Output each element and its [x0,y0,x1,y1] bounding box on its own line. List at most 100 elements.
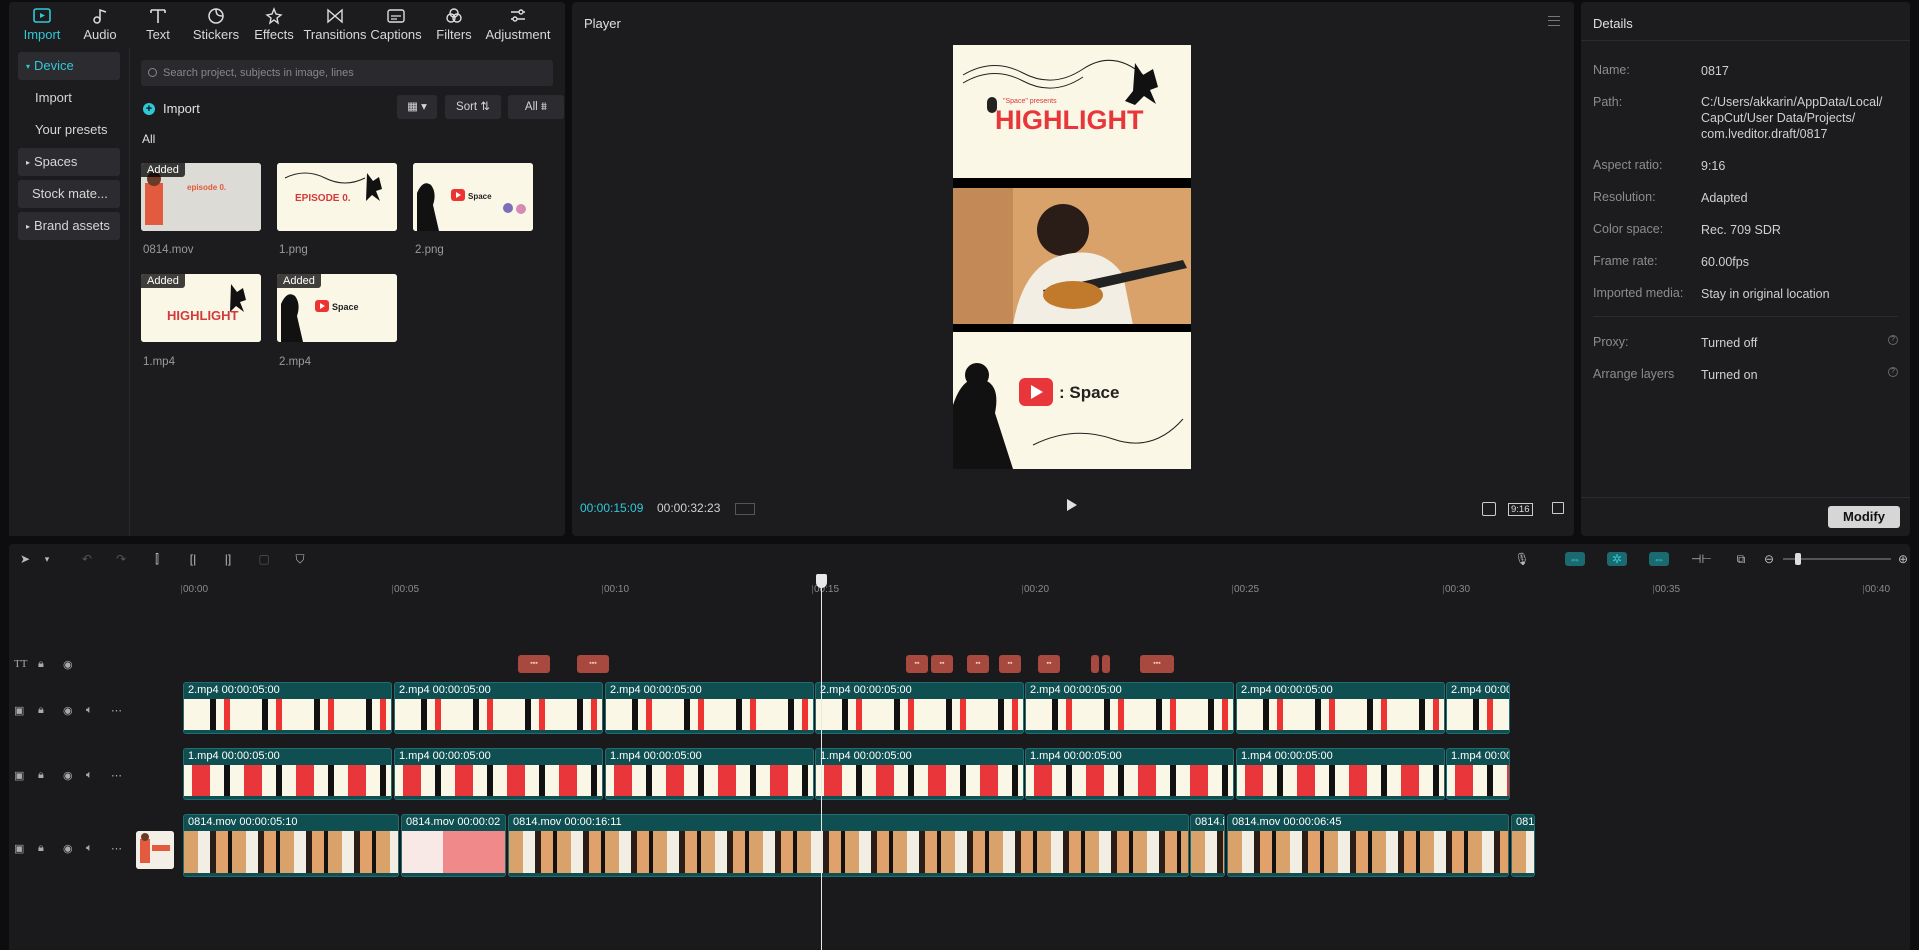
redo-icon[interactable]: ↷ [113,552,129,566]
timeline-clip[interactable]: 2.mp4 00:00:05:00 [815,682,1024,734]
more-icon[interactable]: ⋯ [111,842,122,855]
eye-icon[interactable]: ◉ [63,769,73,782]
timeline-clip[interactable]: 1.mp4 00:00:05:00 [1236,748,1445,800]
view-mode-button[interactable]: ▦ ▾ [397,95,437,119]
search-input[interactable]: Search project, subjects in image, lines [141,60,553,86]
tab-transitions[interactable]: Transitions [303,2,367,46]
time-ruler[interactable]: 00:00 00:05 00:10 00:15 00:20 00:25 00:3… [9,574,1910,596]
text-clip[interactable]: ▪▪ [967,655,989,673]
media-item-1-mp4[interactable]: HIGHLIGHT Added [141,274,261,342]
timeline-clip[interactable]: 1.mp4 00:00:05:00 [394,748,603,800]
text-clip[interactable]: ▪▪ [931,655,953,673]
select-cursor-icon[interactable]: ➤ [17,552,33,566]
delete-icon[interactable]: ▢ [256,552,272,566]
timeline-clip[interactable]: 0814.mov 00:00:16:11 [508,814,1189,877]
playhead-handle[interactable] [816,574,827,588]
tab-adjustment[interactable]: Adjustment [483,2,553,46]
more-icon[interactable]: ⋯ [111,769,122,782]
sidebar-item-presets[interactable]: Your presets [18,116,120,144]
timeline-clip[interactable]: 1.mp4 00:00:05:00 [183,748,392,800]
zoom-in-icon[interactable]: ⊕ [1895,552,1911,566]
marker-icon[interactable]: ⛉ [292,552,308,566]
timeline-clip[interactable]: 1.mp4 00:00:05:00 [815,748,1024,800]
text-clip[interactable]: ▪▪▪ [1140,655,1174,673]
timeline-clip[interactable]: 1.mp4 00:00:05:00 [605,748,814,800]
tab-stickers[interactable]: Stickers [187,2,245,46]
play-icon[interactable] [1067,499,1077,511]
cover-thumbnail[interactable] [136,831,174,869]
text-clip[interactable] [1102,655,1110,673]
media-item-0814-mov[interactable]: episode 0. Added [141,163,261,231]
zoom-out-icon[interactable]: ⊖ [1761,552,1777,566]
main-track-magnet-icon[interactable]: ⇔ [1565,552,1585,566]
tab-text[interactable]: Text [129,2,187,46]
timeline-clip[interactable]: 1.mp4 00:00:05:00 [1025,748,1234,800]
zoom-slider-handle[interactable] [1795,553,1801,565]
tab-captions[interactable]: Captions [367,2,425,46]
timeline-clip[interactable]: 2.mp4 00:00:05:00 [1025,682,1234,734]
help-icon[interactable]: ? [1888,335,1898,345]
more-icon[interactable]: ⋯ [111,704,122,717]
tab-effects[interactable]: Effects [245,2,303,46]
linkage-icon[interactable]: ⇔ [1649,552,1669,566]
timeline-clip[interactable]: 2.mp4 00:00:05:00 [1236,682,1445,734]
sort-button[interactable]: Sort ⇅ [445,95,501,119]
timeline-clip[interactable]: 0814.mov 00:00:06:45 [1227,814,1509,877]
menu-icon[interactable] [1548,16,1560,26]
playhead[interactable] [816,574,827,950]
timeline-clip[interactable]: 0814.mov 00:00:02 [401,814,506,877]
timeline-clip[interactable]: 2.mp4 00:00:05:00 [183,682,392,734]
text-clip[interactable]: ▪▪▪ [577,655,609,673]
timeline-clip[interactable]: 0814.mov 00:00:05:10 [183,814,399,877]
text-clip[interactable]: ▪▪▪ [518,655,550,673]
tab-filters[interactable]: Filters [425,2,483,46]
sidebar-item-spaces[interactable]: ▸ Spaces [18,148,120,176]
timeline-clip[interactable]: 2.mp4 00:00:05:00 [394,682,603,734]
ratio-button[interactable]: 9:16 [1508,503,1533,516]
text-clip[interactable]: ▪▪ [1038,655,1060,673]
eye-icon[interactable]: ◉ [63,842,73,855]
chevron-down-icon[interactable]: ▾ [39,552,55,566]
import-button[interactable]: + Import [143,98,200,120]
zoom-slider[interactable] [1783,553,1891,565]
text-clip[interactable]: ▪▪ [906,655,928,673]
media-item-2-png[interactable]: Space [413,163,533,231]
speaker-icon[interactable]: 🔈︎ [86,842,93,855]
speaker-icon[interactable]: 🔈︎ [86,769,93,782]
timeline-clip[interactable]: 0814. [1511,814,1535,877]
fit-view-icon[interactable] [1482,502,1496,516]
timeline-clip[interactable]: 0814.i [1190,814,1225,877]
lock-icon[interactable]: 🔒︎ [38,704,44,717]
fullscreen-icon[interactable] [1552,502,1564,514]
text-clip[interactable] [1091,655,1099,673]
tab-import[interactable]: Import [13,2,71,46]
filter-button[interactable]: All ⩩ [508,95,564,119]
media-item-1-png[interactable]: EPISODE 0. [277,163,397,231]
timeline-clip[interactable]: 1.mp4 00:00:0 [1446,748,1510,800]
sidebar-item-device[interactable]: ▾ Device [18,52,120,80]
lock-icon[interactable]: 🔒︎ [38,769,44,782]
tab-audio[interactable]: Audio [71,2,129,46]
video-preview[interactable]: "Space" presents HIGHLIGHT : Space [953,45,1191,469]
media-item-2-mp4[interactable]: Space Added [277,274,397,342]
sidebar-item-brand[interactable]: ▸ Brand assets [18,212,120,240]
speaker-icon[interactable]: 🔈︎ [86,704,93,717]
timecode-toggle-icon[interactable] [735,503,755,515]
text-clip[interactable]: ▪▪ [999,655,1021,673]
microphone-icon[interactable]: 🎙 [1514,552,1530,566]
lock-icon[interactable]: 🔒︎ [38,842,44,855]
split-right-icon[interactable]: |] [220,552,236,566]
preview-axis-icon[interactable]: ⊣⊢ [1691,552,1712,566]
undo-icon[interactable]: ↶ [79,552,95,566]
split-icon[interactable]: ⫿ [149,552,165,566]
sidebar-item-stock[interactable]: Stock mate... [18,180,120,208]
help-icon[interactable]: ? [1888,367,1898,377]
modify-button[interactable]: Modify [1828,506,1900,528]
fit-timeline-icon[interactable]: ⧉ [1733,552,1749,566]
timeline-clip[interactable]: 2.mp4 00:00:05:00 [605,682,814,734]
eye-icon[interactable]: ◉ [63,704,73,717]
auto-snap-icon[interactable]: ✲ [1607,552,1627,566]
split-left-icon[interactable]: [| [185,552,201,566]
sidebar-item-import[interactable]: Import [18,84,120,112]
timeline-clip[interactable]: 2.mp4 00:00:0 [1446,682,1510,734]
